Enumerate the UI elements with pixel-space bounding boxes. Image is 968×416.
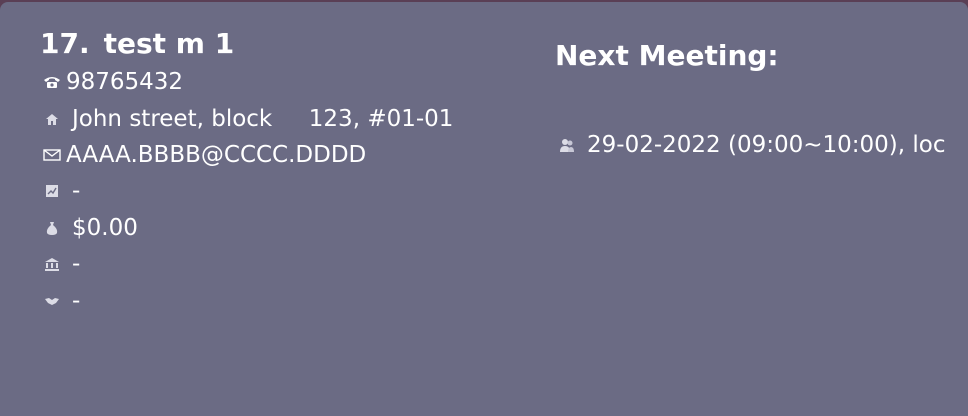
bank-icon bbox=[40, 252, 64, 276]
money-row: $0.00 bbox=[40, 210, 520, 246]
email-row: AAAA.BBBB@CCCC.DDDD bbox=[40, 137, 520, 173]
phone-value: 98765432 bbox=[66, 69, 184, 96]
next-meeting-panel: Next Meeting: 29-02-2022 (09:00~10:00), … bbox=[555, 36, 955, 158]
money-bag-icon bbox=[40, 216, 64, 240]
money-value: $0.00 bbox=[72, 214, 138, 241]
handshake-icon bbox=[40, 289, 64, 313]
meeting-detail: 29-02-2022 (09:00~10:00), loc bbox=[587, 132, 946, 158]
chart-icon bbox=[40, 179, 64, 203]
address-row: John street, block 123, #01-01 bbox=[40, 100, 520, 136]
chart-row: - bbox=[40, 173, 520, 209]
person-title: 17. test m 1 bbox=[40, 26, 520, 64]
bank-value: - bbox=[72, 251, 81, 278]
telephone-icon bbox=[40, 70, 64, 94]
handshake-row: - bbox=[40, 282, 520, 318]
next-meeting-heading: Next Meeting: bbox=[555, 39, 779, 72]
meeting-people-icon bbox=[555, 133, 579, 157]
person-details: 17. test m 1 98765432 John street, block … bbox=[40, 26, 520, 319]
phone-row: 98765432 bbox=[40, 64, 520, 100]
meeting-row: 29-02-2022 (09:00~10:00), loc bbox=[555, 132, 946, 158]
email-value: AAAA.BBBB@CCCC.DDDD bbox=[66, 141, 367, 168]
house-icon bbox=[40, 107, 64, 131]
bank-row: - bbox=[40, 246, 520, 282]
person-name: test m 1 bbox=[103, 27, 235, 60]
chart-value: - bbox=[72, 178, 81, 205]
person-index: 17. bbox=[40, 27, 90, 60]
envelope-icon bbox=[40, 143, 64, 167]
handshake-value: - bbox=[72, 287, 81, 314]
person-card[interactable]: 17. test m 1 98765432 John street, block … bbox=[0, 2, 968, 416]
address-value: John street, block 123, #01-01 bbox=[72, 105, 454, 132]
